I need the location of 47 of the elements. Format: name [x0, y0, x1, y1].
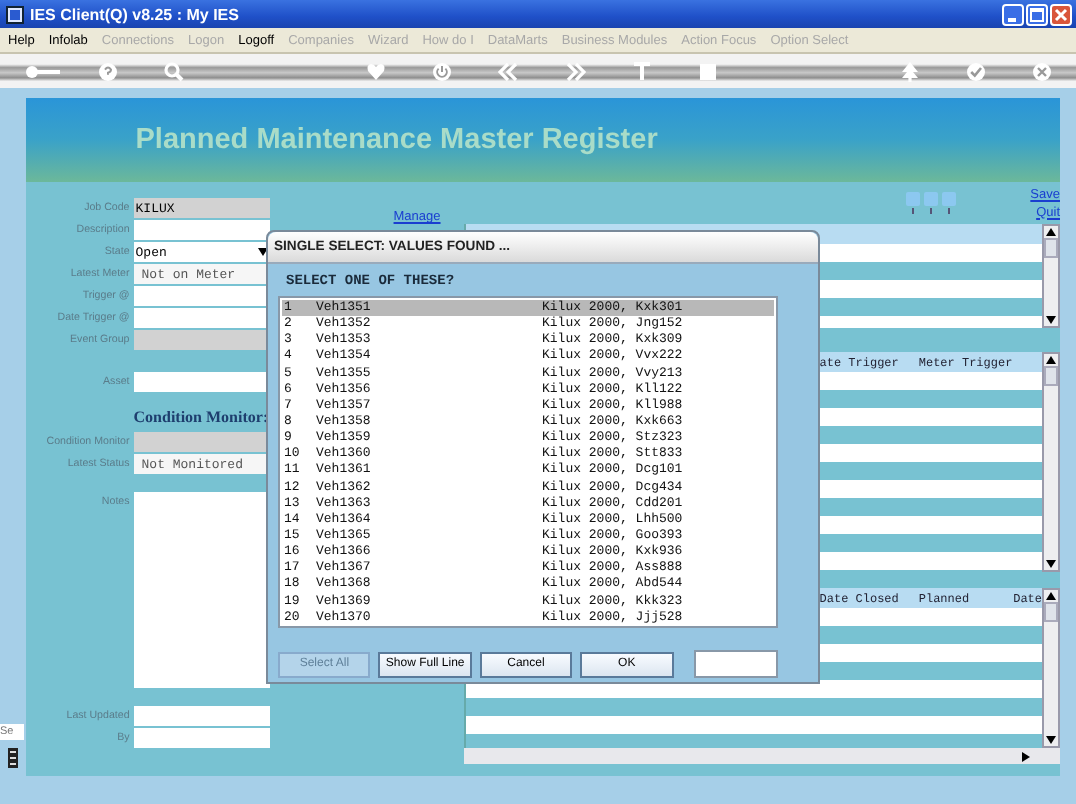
square-icon[interactable] — [698, 61, 719, 81]
scroll-up-icon[interactable] — [1044, 354, 1058, 366]
input-field[interactable] — [693, 650, 778, 678]
maximize-icon — [1030, 7, 1044, 21]
search-icon[interactable] — [164, 61, 185, 81]
heart-icon[interactable] — [365, 61, 386, 81]
rewind-icon[interactable] — [498, 61, 519, 81]
help-icon[interactable] — [98, 61, 119, 81]
window-title: IES Client(Q) v8.25 : My IES — [30, 5, 241, 23]
power-icon[interactable] — [431, 61, 452, 81]
input-field[interactable] — [133, 286, 270, 306]
scroll-up-icon[interactable] — [1044, 226, 1058, 238]
key-icon[interactable] — [23, 61, 60, 81]
page-title: Planned Maintenance Master Register — [135, 124, 658, 156]
scroll-thumb[interactable] — [1044, 602, 1058, 622]
cancel-icon[interactable] — [1032, 61, 1053, 81]
sliders-icon — [8, 748, 18, 768]
columns-icon[interactable] — [906, 192, 959, 214]
scrollbar[interactable] — [1042, 352, 1060, 572]
scroll-right-icon[interactable] — [1020, 749, 1032, 763]
input-field[interactable] — [133, 706, 270, 726]
app-icon — [6, 5, 24, 23]
maximize-button[interactable] — [1026, 3, 1048, 25]
section-heading: Condition Monitor: — [131, 406, 270, 428]
scroll-thumb[interactable] — [1044, 366, 1058, 386]
check-icon[interactable] — [965, 61, 986, 81]
input-field[interactable] — [133, 728, 270, 748]
scrollbar[interactable] — [1042, 224, 1060, 328]
scroll-thumb[interactable] — [1044, 238, 1058, 258]
notes-field[interactable] — [133, 492, 270, 688]
input-field[interactable] — [133, 220, 270, 240]
minimize-button[interactable] — [1002, 3, 1024, 25]
scroll-down-icon[interactable] — [1044, 314, 1058, 326]
scroll-up-icon[interactable] — [1044, 590, 1058, 602]
tree-icon[interactable] — [899, 61, 920, 81]
close-button[interactable] — [1050, 3, 1072, 25]
input-field — [133, 432, 270, 452]
input-field[interactable] — [133, 308, 270, 328]
scrollbar[interactable] — [1042, 588, 1060, 748]
fast-forward-icon[interactable] — [565, 61, 586, 81]
dropdown-arrow-icon — [257, 248, 268, 256]
scrollbar[interactable] — [463, 748, 1060, 764]
input-field — [133, 330, 270, 350]
scroll-down-icon[interactable] — [1044, 558, 1058, 570]
input-field[interactable] — [133, 372, 270, 392]
text-icon[interactable] — [632, 61, 653, 81]
close-icon — [1054, 7, 1068, 21]
